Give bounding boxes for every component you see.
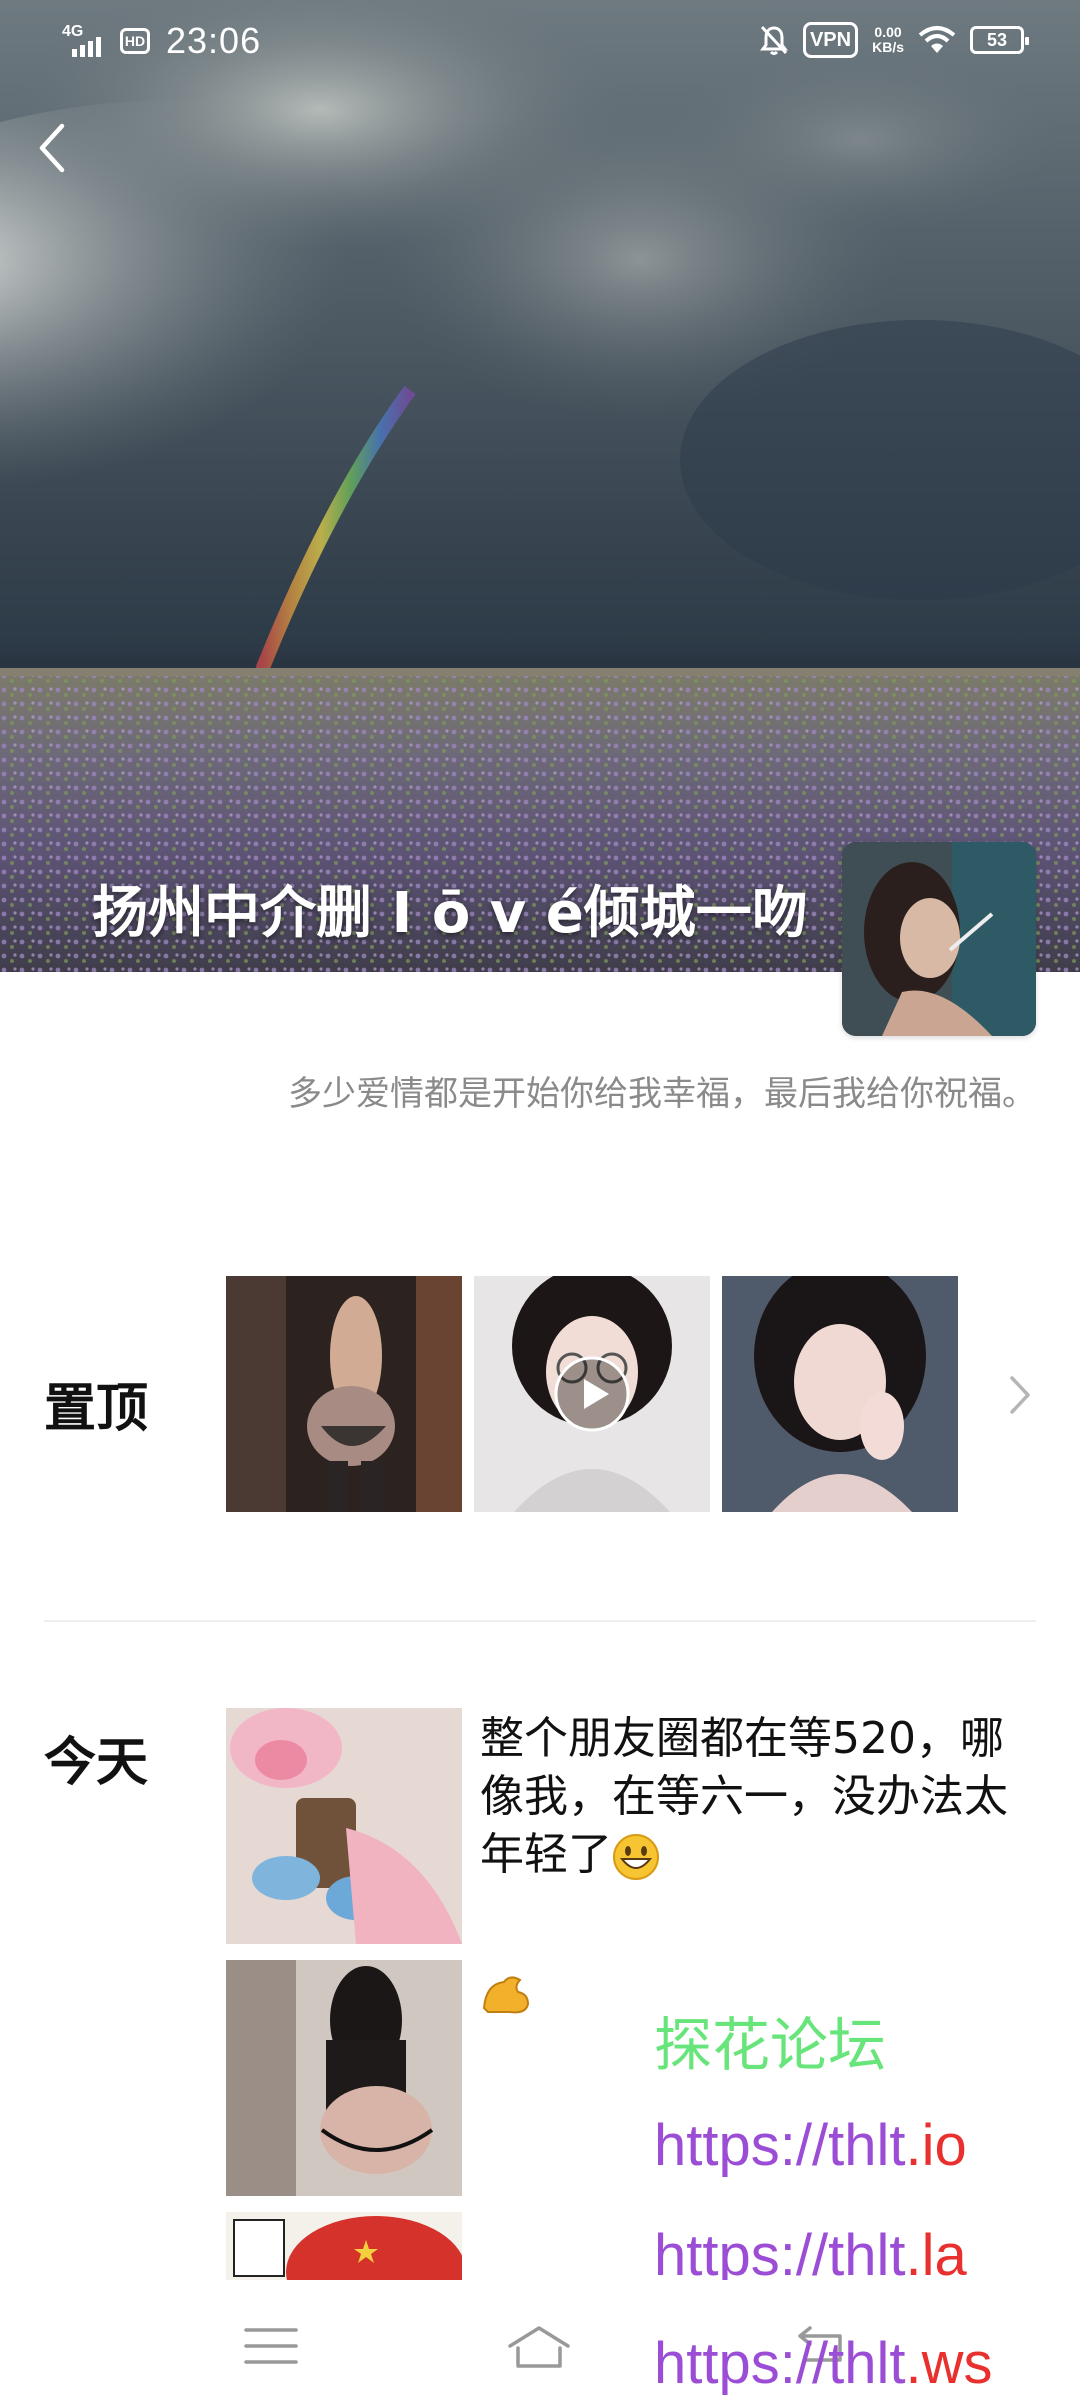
grinning-emoji-icon — [613, 1834, 659, 1880]
menu-icon — [244, 2328, 298, 2364]
watermark-link-2[interactable]: https://thlt.la — [654, 2222, 967, 2289]
watermark-link-3[interactable]: https://thlt.ws — [654, 2330, 992, 2397]
watermark-link-tld: .ws — [905, 2331, 993, 2396]
back-button[interactable] — [30, 118, 74, 178]
signature-text: 多少爱情都是开始你给我幸福，最后我给你祝福。 — [288, 1074, 1036, 1114]
post-text-body: 整个朋友圈都在等520，哪像我，在等六一，没办法太年轻了 — [480, 1713, 1008, 1880]
watermark-link-prefix: https:// — [654, 2331, 829, 2396]
today-label: 今天 — [44, 1733, 149, 1793]
watermark-link-domain: thlt — [828, 2223, 906, 2288]
pinned-thumb-1[interactable] — [226, 1276, 462, 1512]
watermark-link-tld: .la — [905, 2223, 967, 2288]
divider — [44, 1620, 1036, 1622]
mute-icon — [759, 25, 788, 55]
pinned-video-thumb[interactable] — [474, 1276, 710, 1512]
profile-name: 扬州中介删 I ō v é倾城一吻 — [92, 881, 808, 946]
post-thumb-3[interactable] — [226, 2212, 462, 2282]
pinned-label: 置顶 — [44, 1379, 149, 1439]
home-button[interactable] — [504, 2316, 574, 2376]
watermark-link-tld: .io — [905, 2113, 967, 2178]
back-arrow-icon — [39, 123, 65, 173]
muscle-emoji-icon — [482, 1976, 530, 2014]
play-icon[interactable] — [553, 1355, 631, 1433]
cellular-signal-icon: 4G — [62, 23, 110, 59]
speed-value: 0.00 — [874, 24, 902, 40]
wifi-icon — [918, 26, 956, 53]
network-speed: 0.00 KB/s — [872, 25, 904, 55]
avatar[interactable] — [842, 842, 1036, 1036]
post-thumb-1[interactable] — [226, 1708, 462, 1944]
menu-button[interactable] — [236, 2316, 306, 2376]
clock: 23:06 — [166, 20, 262, 61]
battery-icon: 53 — [970, 26, 1029, 54]
watermark-link-prefix: https:// — [654, 2113, 829, 2178]
watermark-link-prefix: https:// — [654, 2223, 829, 2288]
speed-unit: KB/s — [872, 39, 904, 55]
cover-image[interactable] — [0, 0, 1080, 972]
vpn-badge: VPN — [802, 22, 859, 58]
watermark-link-domain: thlt — [828, 2331, 906, 2396]
battery-level: 53 — [986, 29, 1008, 50]
hd-icon: HD — [120, 28, 150, 54]
home-icon — [508, 2326, 570, 2368]
watermark-title: 探花论坛 — [654, 2013, 887, 2078]
post-text: 整个朋友圈都在等520，哪像我，在等六一，没办法太年轻了 — [480, 1710, 1040, 1884]
chevron-right-icon — [1010, 1376, 1030, 1414]
watermark-link-domain: thlt — [828, 2113, 906, 2178]
status-bar: 4G HD 23:06 VPN 0.00 KB/s 53 — [0, 0, 1080, 84]
pinned-more-button[interactable] — [1000, 1370, 1040, 1420]
pinned-thumb-3[interactable] — [722, 1276, 958, 1512]
post-thumb-2[interactable] — [226, 1960, 462, 2196]
watermark-link-1[interactable]: https://thlt.io — [654, 2112, 967, 2179]
